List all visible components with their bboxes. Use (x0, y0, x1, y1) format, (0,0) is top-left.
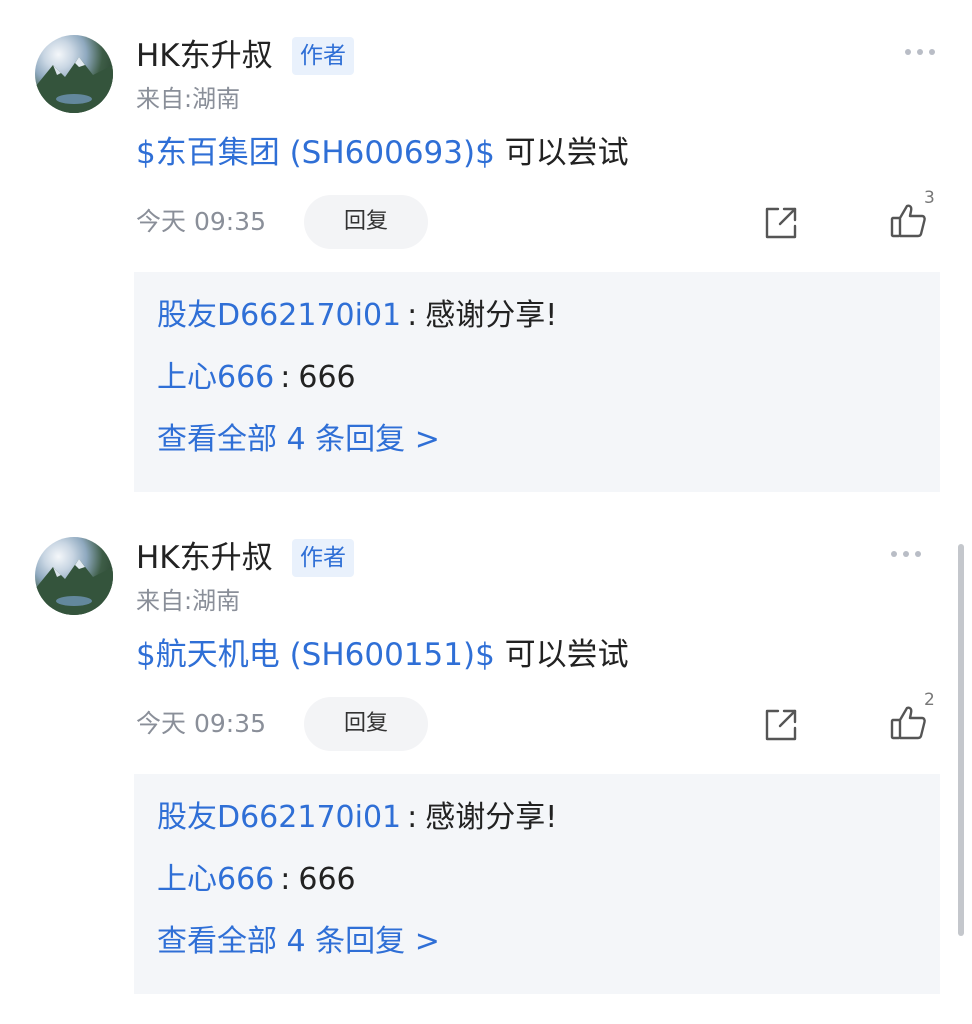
comment-content: $航天机电 (SH600151)$ 可以尝试 (136, 635, 629, 675)
reply-item: 股友D662170i01: 感谢分享! (157, 799, 557, 837)
comment-text: 可以尝试 (494, 135, 629, 171)
avatar[interactable] (35, 35, 113, 113)
comment-item: HK东升叔 作者 来自:湖南 $航天机电 (SH600151)$ 可以尝试 今天… (0, 502, 972, 1002)
reply-button[interactable]: 回复 (304, 195, 428, 249)
reply-user-link[interactable]: 上心666 (157, 360, 274, 395)
location-label: 来自:湖南 (136, 587, 241, 615)
reply-item: 股友D662170i01: 感谢分享! (157, 297, 557, 335)
like-count: 2 (924, 690, 935, 710)
author-badge: 作者 (292, 539, 354, 577)
reply-colon: : (407, 298, 418, 333)
more-dots-icon[interactable] (900, 40, 940, 64)
comment-text: 可以尝试 (494, 637, 629, 673)
reply-item: 上心666:666 (157, 359, 356, 397)
location-label: 来自:湖南 (136, 85, 241, 113)
view-all-replies-link[interactable]: 查看全部 4 条回复 > (157, 923, 440, 961)
stock-tag-link[interactable]: $航天机电 (SH600151)$ (136, 637, 495, 673)
user-name[interactable]: HK东升叔 (136, 36, 273, 76)
reply-colon: : (280, 360, 291, 395)
view-all-replies-link[interactable]: 查看全部 4 条回复 > (157, 421, 440, 459)
reply-text: 666 (298, 360, 356, 395)
scrollbar[interactable] (958, 544, 964, 936)
avatar[interactable] (35, 537, 113, 615)
reply-user-link[interactable]: 股友D662170i01 (157, 298, 401, 333)
reply-item: 上心666:666 (157, 861, 356, 899)
comment-item: HK东升叔 作者 来自:湖南 $东百集团 (SH600693)$ 可以尝试 今天… (0, 0, 972, 500)
reply-user-link[interactable]: 上心666 (157, 862, 274, 897)
timestamp: 今天 09:35 (136, 709, 266, 738)
comment-content: $东百集团 (SH600693)$ 可以尝试 (136, 133, 629, 173)
reply-button[interactable]: 回复 (304, 697, 428, 751)
reply-colon: : (407, 800, 418, 835)
reply-user-link[interactable]: 股友D662170i01 (157, 800, 401, 835)
user-name[interactable]: HK东升叔 (136, 538, 273, 578)
reply-text: 666 (298, 862, 356, 897)
reply-preview-box[interactable]: 股友D662170i01: 感谢分享! 上心666:666 查看全部 4 条回复 … (134, 272, 940, 492)
author-badge: 作者 (292, 37, 354, 75)
share-icon[interactable] (762, 706, 800, 744)
share-icon[interactable] (762, 204, 800, 242)
more-dots-icon[interactable] (886, 542, 926, 566)
reply-colon: : (280, 862, 291, 897)
timestamp: 今天 09:35 (136, 207, 266, 236)
reply-preview-box[interactable]: 股友D662170i01: 感谢分享! 上心666:666 查看全部 4 条回复 … (134, 774, 940, 994)
reply-text: 感谢分享! (425, 298, 558, 333)
reply-text: 感谢分享! (425, 800, 558, 835)
stock-tag-link[interactable]: $东百集团 (SH600693)$ (136, 135, 495, 171)
like-count: 3 (924, 188, 935, 208)
